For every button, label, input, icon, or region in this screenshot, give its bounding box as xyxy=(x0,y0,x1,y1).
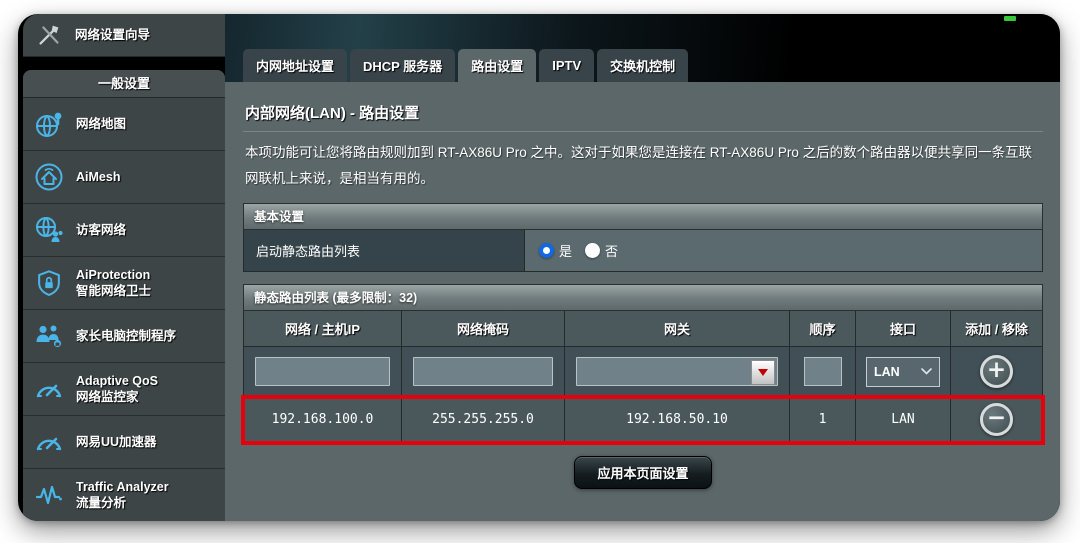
route-netmask-value: 255.255.255.0 xyxy=(402,397,565,443)
sidebar-item-uu-accelerator[interactable]: 网易UU加速器 xyxy=(23,416,225,469)
title-divider xyxy=(243,131,1043,132)
main-area: 内网地址设置 DHCP 服务器 路由设置 IPTV 交换机控制 内部网络(LAN… xyxy=(225,14,1060,521)
radio-yes-label: 是 xyxy=(559,241,572,260)
radio-option-yes[interactable]: 是 xyxy=(539,241,572,260)
tab-route[interactable]: 路由设置 xyxy=(458,49,536,82)
col-header-network-ip: 网络 / 主机IP xyxy=(243,311,402,347)
enable-static-route-label: 启动静态路由列表 xyxy=(244,230,525,271)
tab-switch-control[interactable]: 交换机控制 xyxy=(597,49,688,82)
interface-select-value: LAN xyxy=(874,365,900,379)
aimesh-icon xyxy=(31,161,67,193)
power-led-icon xyxy=(1004,16,1016,21)
sidebar-item-sublabel: 网络监控家 xyxy=(76,389,158,405)
top-banner: 内网地址设置 DHCP 服务器 路由设置 IPTV 交换机控制 xyxy=(225,14,1060,82)
col-header-interface: 接口 xyxy=(856,311,951,347)
radio-option-no[interactable]: 否 xyxy=(585,241,618,260)
page-description: 本项功能可让您将路由规则加到 RT-AX86U Pro 之中。这对于如果您是连接… xyxy=(245,140,1043,191)
table-input-row: LAN + xyxy=(243,347,1043,397)
route-interface-value: LAN xyxy=(856,397,951,443)
sidebar-item-traffic-analyzer[interactable]: Traffic Analyzer 流量分析 xyxy=(23,469,225,521)
sidebar-item-aimesh[interactable]: AiMesh xyxy=(23,151,225,204)
col-header-metric: 顺序 xyxy=(790,311,856,347)
accelerator-gauge-icon xyxy=(31,426,67,458)
shield-lock-icon xyxy=(31,267,67,299)
add-route-button[interactable]: + xyxy=(980,355,1013,388)
tab-dhcp-server[interactable]: DHCP 服务器 xyxy=(350,49,455,82)
page-title: 内部网络(LAN) - 路由设置 xyxy=(245,102,1048,123)
parental-control-icon xyxy=(31,320,67,352)
qos-gauge-icon xyxy=(31,373,67,405)
sidebar-item-label: 家长电脑控制程序 xyxy=(76,329,176,343)
route-metric-value: 1 xyxy=(790,397,856,443)
router-admin-window: 网络设置向导 一般设置 网络地图 xyxy=(18,14,1060,521)
guest-network-icon xyxy=(31,214,67,246)
sidebar-item-parental-controls[interactable]: 家长电脑控制程序 xyxy=(23,310,225,363)
interface-select[interactable]: LAN xyxy=(866,357,940,387)
sidebar-item-label: AiProtection xyxy=(76,268,150,282)
sidebar-item-label: Adaptive QoS xyxy=(76,374,158,388)
network-ip-input[interactable] xyxy=(255,357,390,386)
metric-input[interactable] xyxy=(804,357,842,386)
red-arrow-down-icon[interactable] xyxy=(751,360,775,385)
sidebar-item-aiprotection[interactable]: AiProtection 智能网络卫士 xyxy=(23,257,225,310)
sidebar-item-guest-network[interactable]: 访客网络 xyxy=(23,204,225,257)
sidebar: 网络设置向导 一般设置 网络地图 xyxy=(18,14,225,521)
sidebar-item-label: AiMesh xyxy=(76,170,120,184)
gateway-input[interactable] xyxy=(576,357,778,386)
content-panel: 内部网络(LAN) - 路由设置 本项功能可让您将路由规则加到 RT-AX86U… xyxy=(225,82,1060,521)
section-basic-config: 基本设置 xyxy=(243,203,1043,230)
route-gateway-value: 192.168.50.10 xyxy=(565,397,790,443)
sidebar-item-label: 网络地图 xyxy=(76,117,126,131)
col-header-add-remove: 添加 / 移除 xyxy=(951,311,1043,347)
netmask-input[interactable] xyxy=(413,357,552,386)
tab-bar: 内网地址设置 DHCP 服务器 路由设置 IPTV 交换机控制 xyxy=(243,49,688,82)
col-header-netmask: 网络掩码 xyxy=(402,311,565,347)
sidebar-item-sublabel: 流量分析 xyxy=(76,495,169,511)
wrench-icon xyxy=(31,19,67,51)
remove-route-button[interactable]: − xyxy=(980,403,1013,436)
chevron-down-icon xyxy=(921,368,932,375)
static-route-row-highlighted: 192.168.100.0 255.255.255.0 192.168.50.1… xyxy=(243,397,1043,443)
traffic-waveform-icon xyxy=(31,479,67,511)
sidebar-item-network-map[interactable]: 网络地图 xyxy=(23,98,225,151)
sidebar-item-sublabel: 智能网络卫士 xyxy=(76,283,151,299)
sidebar-item-label: Traffic Analyzer xyxy=(76,480,169,494)
sidebar-item-label: 网络设置向导 xyxy=(75,27,150,43)
radio-no-label: 否 xyxy=(605,241,618,260)
network-map-icon xyxy=(31,108,67,140)
basic-config-row: 启动静态路由列表 是 否 xyxy=(243,230,1043,272)
sidebar-item-label: 网易UU加速器 xyxy=(76,435,157,449)
sidebar-general-group: 一般设置 网络地图 AiMesh xyxy=(23,70,225,521)
route-network-ip-value: 192.168.100.0 xyxy=(243,397,402,443)
radio-yes-icon[interactable] xyxy=(539,243,554,258)
sidebar-item-label: 访客网络 xyxy=(76,223,126,237)
col-header-gateway: 网关 xyxy=(565,311,790,347)
apply-button[interactable]: 应用本页面设置 xyxy=(574,456,711,489)
static-route-table: 网络 / 主机IP 网络掩码 网关 顺序 接口 添加 / 移除 xyxy=(243,311,1043,443)
table-header-row: 网络 / 主机IP 网络掩码 网关 顺序 接口 添加 / 移除 xyxy=(243,311,1043,347)
sidebar-item-adaptive-qos[interactable]: Adaptive QoS 网络监控家 xyxy=(23,363,225,416)
tab-lan-ip[interactable]: 内网地址设置 xyxy=(243,49,347,82)
tab-iptv[interactable]: IPTV xyxy=(539,49,594,82)
enable-static-route-field: 是 否 xyxy=(525,230,1042,271)
sidebar-section-general: 一般设置 xyxy=(23,70,225,98)
radio-no-icon[interactable] xyxy=(585,243,600,258)
sidebar-item-setup-wizard[interactable]: 网络设置向导 xyxy=(23,14,225,57)
section-static-route-list: 静态路由列表 (最多限制：32) xyxy=(243,284,1043,311)
